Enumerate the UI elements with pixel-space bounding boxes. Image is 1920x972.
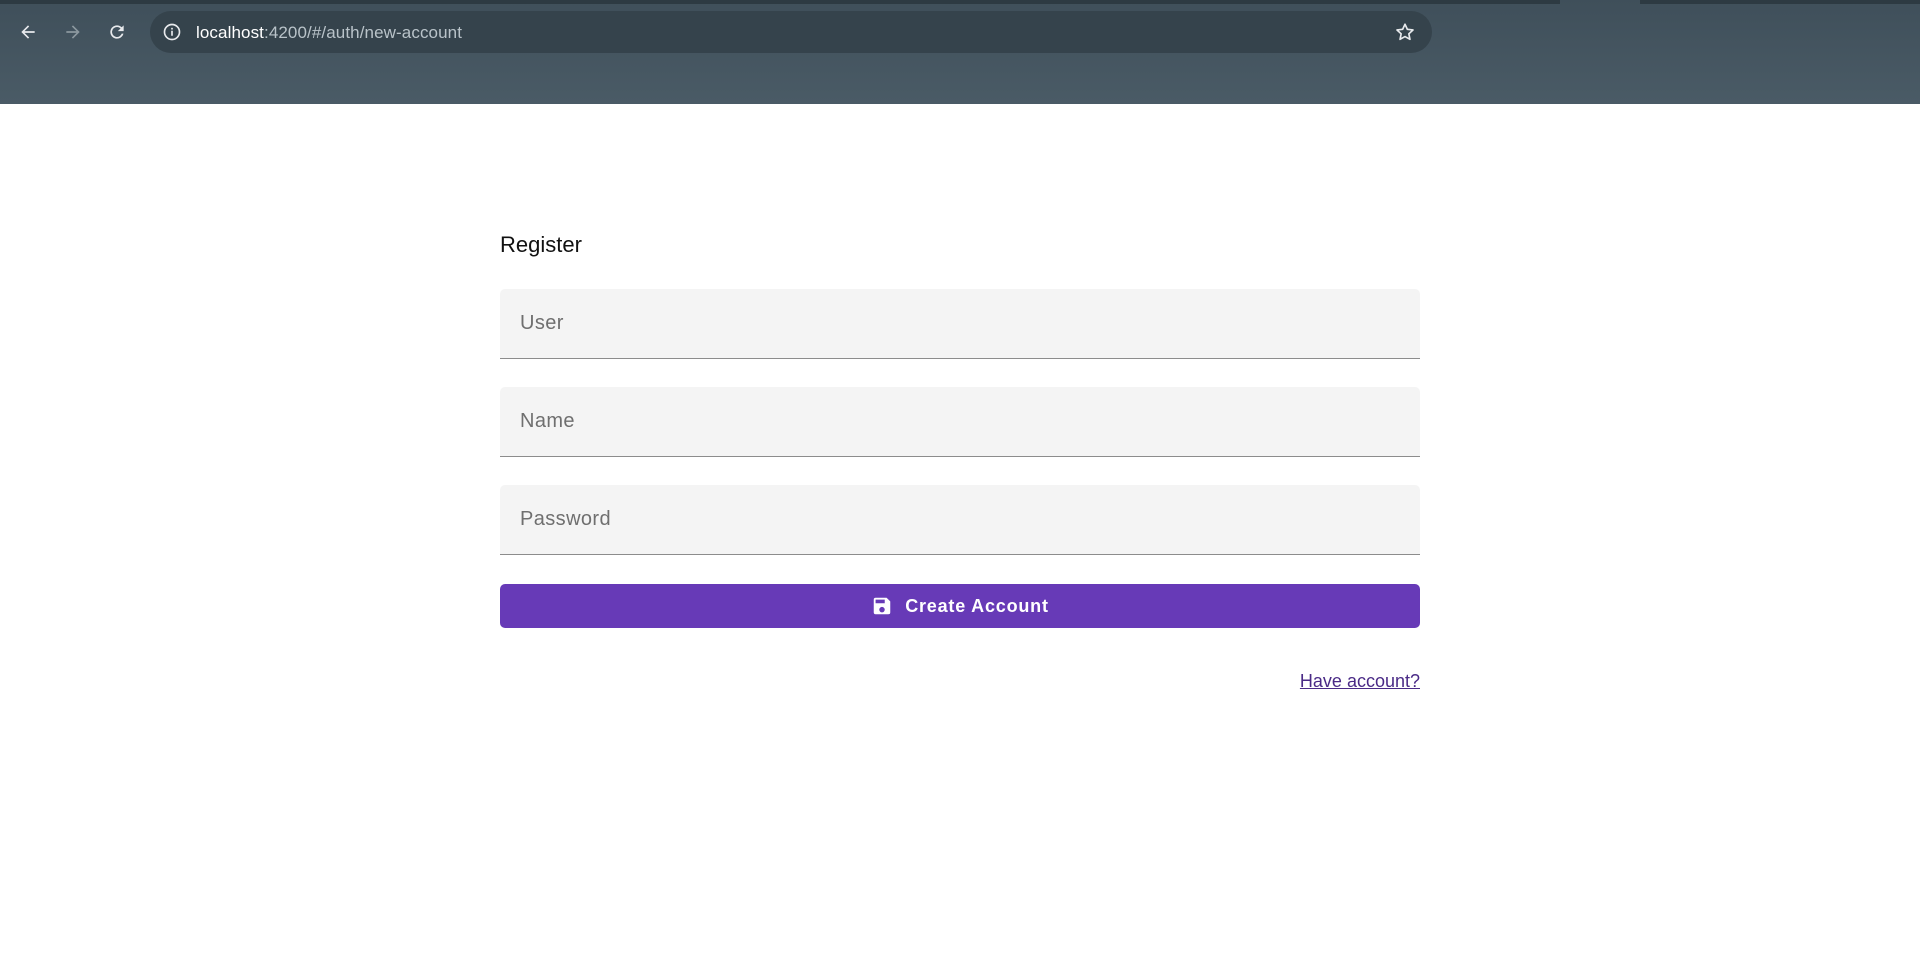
forward-button[interactable]	[55, 14, 91, 50]
back-arrow-icon	[21, 25, 35, 39]
create-account-button[interactable]: Create Account	[500, 584, 1420, 628]
tab-strip-edge-right	[1640, 0, 1920, 4]
reload-icon	[110, 25, 124, 39]
name-field[interactable]	[500, 387, 1420, 457]
have-account-link[interactable]: Have account?	[1300, 671, 1420, 692]
tab-strip-edge	[0, 0, 1560, 4]
browser-toolbar: localhost:4200/#/auth/new-account	[0, 0, 1920, 104]
site-info-icon[interactable]	[162, 22, 182, 42]
url-path: :4200/#/auth/new-account	[264, 23, 463, 42]
back-button[interactable]	[10, 14, 46, 50]
address-bar[interactable]: localhost:4200/#/auth/new-account	[150, 11, 1432, 53]
save-icon	[871, 595, 893, 617]
url-host: localhost	[196, 23, 264, 42]
forward-arrow-icon	[66, 25, 80, 39]
page-title: Register	[500, 232, 582, 257]
bookmark-star-icon[interactable]	[1394, 21, 1416, 43]
create-account-label: Create Account	[905, 595, 1049, 616]
name-input[interactable]	[500, 387, 1420, 456]
reload-button[interactable]	[99, 14, 135, 50]
password-input[interactable]	[500, 485, 1420, 554]
user-field[interactable]	[500, 289, 1420, 359]
password-field[interactable]	[500, 485, 1420, 555]
user-input[interactable]	[500, 289, 1420, 358]
url-text[interactable]: localhost:4200/#/auth/new-account	[196, 23, 462, 43]
